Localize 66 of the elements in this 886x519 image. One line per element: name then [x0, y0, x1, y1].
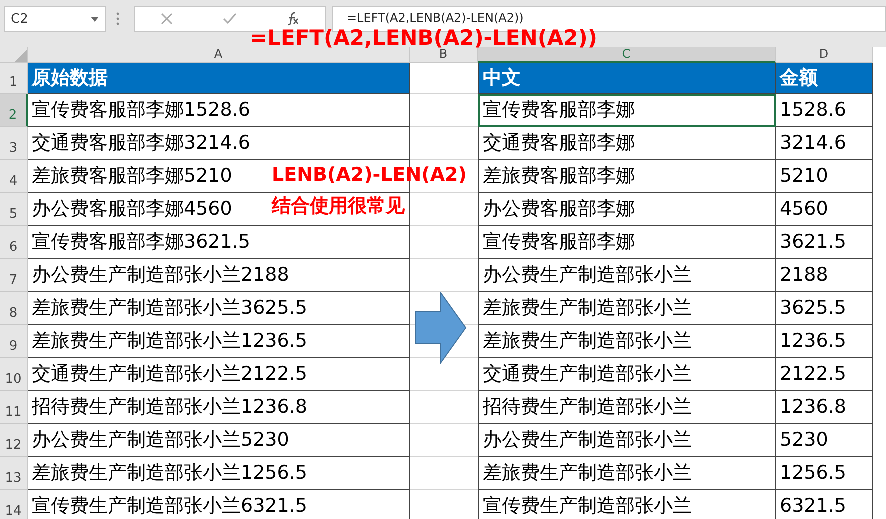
table-cell: 1528.6: [776, 94, 873, 127]
table-cell: 办公费生产制造部张小兰5230: [28, 424, 410, 457]
column-header[interactable]: A: [28, 47, 410, 63]
table-cell: 2122.5: [776, 358, 873, 391]
row-number[interactable]: 6: [0, 226, 28, 259]
row-number[interactable]: 13: [0, 457, 28, 490]
table-cell: 交通费客服部李娜3214.6: [28, 127, 410, 160]
table-cell: 2188: [776, 259, 873, 292]
header-cell: 金额: [776, 63, 873, 94]
drag-handle-icon: [116, 12, 120, 26]
function-icon[interactable]: [286, 12, 300, 26]
table-cell: 差旅费生产制造部张小兰3625.5: [28, 292, 410, 325]
table-cell: 招待费生产制造部张小兰1236.8: [28, 391, 410, 424]
column-header[interactable]: B: [410, 47, 478, 63]
table-cell: 宣传费客服部李娜3621.5: [28, 226, 410, 259]
table-cell: 宣传费客服部李娜1528.6: [28, 94, 410, 127]
table-cell: 交通费生产制造部张小兰2122.5: [28, 358, 410, 391]
table-cell: 1236.5: [776, 325, 873, 358]
row-number[interactable]: 2: [0, 94, 28, 127]
table-cell: 1256.5: [776, 457, 873, 490]
table-cell: 4560: [776, 193, 873, 226]
table-cell: 宣传费生产制造部张小兰: [478, 490, 776, 519]
row-number[interactable]: 5: [0, 193, 28, 226]
table-cell: 办公费生产制造部张小兰: [478, 259, 776, 292]
table-cell: 交通费生产制造部张小兰: [478, 358, 776, 391]
right-arrow-icon: [415, 292, 467, 364]
row-number[interactable]: 3: [0, 127, 28, 160]
table-cell: 宣传费客服部李娜: [478, 94, 776, 127]
table-cell: 宣传费客服部李娜: [478, 226, 776, 259]
row-number[interactable]: 8: [0, 292, 28, 325]
note-annotation: 结合使用很常见: [272, 194, 405, 219]
header-cell: 中文: [478, 63, 776, 94]
header-cell: 原始数据: [28, 63, 410, 94]
table-cell: 差旅费生产制造部张小兰1256.5: [28, 457, 410, 490]
cancel-icon[interactable]: [160, 12, 174, 26]
table-cell: 办公费生产制造部张小兰: [478, 424, 776, 457]
table-cell: 差旅费生产制造部张小兰1236.5: [28, 325, 410, 358]
column-header[interactable]: C: [478, 47, 776, 63]
name-box[interactable]: C2: [4, 6, 106, 32]
table-cell: 6321.5: [776, 490, 873, 519]
table-cell: 办公费生产制造部张小兰2188: [28, 259, 410, 292]
table-cell: 差旅费生产制造部张小兰: [478, 325, 776, 358]
column-header[interactable]: D: [776, 47, 873, 63]
caret-icon: [91, 16, 99, 22]
table-cell: 差旅费生产制造部张小兰: [478, 457, 776, 490]
table-cell: 5210: [776, 160, 873, 193]
table-cell: 招待费生产制造部张小兰: [478, 391, 776, 424]
table-cell: 差旅费客服部李娜: [478, 160, 776, 193]
table-cell: 3621.5: [776, 226, 873, 259]
table-cell: 1236.8: [776, 391, 873, 424]
table-cell: 3625.5: [776, 292, 873, 325]
row-number[interactable]: 9: [0, 325, 28, 358]
table-cell: 5230: [776, 424, 873, 457]
check-icon[interactable]: [222, 12, 237, 26]
row-number[interactable]: 12: [0, 424, 28, 457]
row-number[interactable]: 11: [0, 391, 28, 424]
row-number[interactable]: 1: [0, 63, 28, 94]
row-number[interactable]: 4: [0, 160, 28, 193]
row-number[interactable]: 14: [0, 490, 28, 519]
row-number[interactable]: 10: [0, 358, 28, 391]
table-cell: 办公费客服部李娜: [478, 193, 776, 226]
table-cell: 宣传费生产制造部张小兰6321.5: [28, 490, 410, 519]
table-cell: 3214.6: [776, 127, 873, 160]
row-number[interactable]: 7: [0, 259, 28, 292]
table-cell: 交通费客服部李娜: [478, 127, 776, 160]
table-cell: 差旅费生产制造部张小兰: [478, 292, 776, 325]
